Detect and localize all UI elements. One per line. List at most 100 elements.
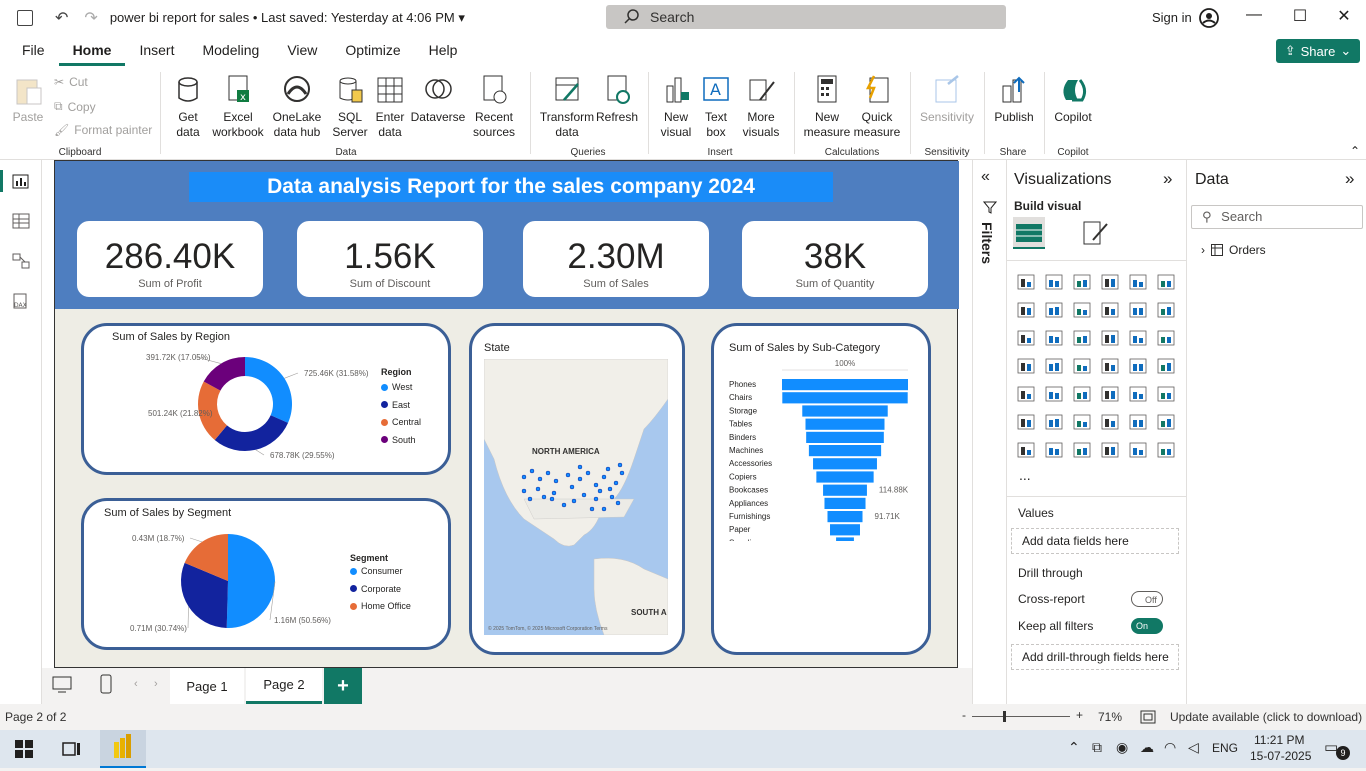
transform-data-button[interactable]: Transform data	[538, 74, 596, 140]
funnel-bar[interactable]	[827, 511, 862, 522]
clock-time[interactable]: 11:21 PM	[1254, 733, 1304, 747]
custom-visual-icon[interactable]	[1101, 441, 1119, 459]
funnel-bar[interactable]	[813, 458, 877, 469]
donut-slice-west[interactable]	[245, 357, 292, 423]
state-bubble[interactable]	[614, 481, 618, 485]
kpi-card-sales[interactable]: 2.30M Sum of Sales	[521, 219, 711, 299]
build-visual-tab[interactable]	[1013, 217, 1045, 249]
menu-view[interactable]: View	[273, 36, 331, 66]
task-view-icon[interactable]	[62, 740, 82, 758]
update-available-link[interactable]: Update available (click to download)	[1170, 710, 1362, 724]
more-visuals-ellipsis[interactable]: ...	[1019, 467, 1031, 483]
funnel-bar[interactable]	[809, 445, 881, 456]
state-bubble[interactable]	[550, 497, 554, 501]
wifi-icon[interactable]: ◠	[1164, 739, 1176, 756]
prev-page-icon[interactable]: ‹	[134, 678, 138, 690]
kpi-icon[interactable]	[1045, 385, 1063, 403]
state-bubble[interactable]	[582, 493, 586, 497]
copilot-button[interactable]: Copilot	[1050, 74, 1096, 125]
state-bubble[interactable]	[608, 487, 612, 491]
table-orders[interactable]: › Orders	[1201, 243, 1266, 257]
map-card[interactable]: State NORTH AMERICA SOUTH A © 2025 TomTo…	[469, 323, 685, 655]
funnel-bar[interactable]	[782, 392, 907, 403]
legend-item-corporate[interactable]: Corporate	[350, 584, 401, 594]
line-column-icon[interactable]	[1129, 301, 1147, 319]
kpi-card-quantity[interactable]: 38K Sum of Quantity	[740, 219, 930, 299]
funnel-icon[interactable]	[1073, 329, 1091, 347]
report-view-icon[interactable]	[11, 172, 31, 190]
search-box[interactable]: Search	[606, 5, 1006, 29]
dax-query-view-icon[interactable]: DAX	[11, 292, 31, 310]
slicer-icon[interactable]	[1073, 385, 1091, 403]
table-view-icon[interactable]	[11, 212, 31, 230]
volume-icon[interactable]: ◁	[1188, 739, 1199, 756]
menu-optimize[interactable]: Optimize	[331, 36, 414, 66]
menu-modeling[interactable]: Modeling	[188, 36, 273, 66]
document-title[interactable]: power bi report for sales • Last saved: …	[110, 10, 465, 26]
next-page-icon[interactable]: ›	[154, 678, 158, 690]
legend-item-west[interactable]: West	[381, 382, 412, 392]
data-search-input[interactable]: ⚲ Search	[1191, 205, 1363, 229]
state-bubble[interactable]	[552, 491, 556, 495]
format-painter-button[interactable]: 🖌Format painter	[54, 123, 152, 137]
add-page-button[interactable]: +	[324, 668, 362, 704]
legend-item-south[interactable]: South	[381, 435, 416, 445]
funnel-bar[interactable]	[802, 405, 887, 416]
state-bubble[interactable]	[538, 477, 542, 481]
recent-sources-button[interactable]: Recent sources	[466, 74, 522, 140]
tray-chevron-icon[interactable]: ⌃	[1068, 739, 1080, 756]
redo-icon[interactable]: ↷	[84, 8, 97, 28]
line-clustered-column-icon[interactable]	[1157, 301, 1175, 319]
funnel-bar[interactable]	[824, 498, 865, 509]
100-stacked-bar-icon[interactable]	[1129, 273, 1147, 291]
python-visual-icon[interactable]	[1017, 413, 1035, 431]
state-bubble[interactable]	[598, 489, 602, 493]
key-influencers-icon[interactable]	[1045, 413, 1063, 431]
card-icon[interactable]	[1157, 357, 1175, 375]
state-bubble[interactable]	[586, 471, 590, 475]
map-icon[interactable]	[1045, 357, 1063, 375]
zoom-out-button[interactable]: -	[962, 708, 966, 722]
funnel-bar[interactable]	[806, 432, 884, 443]
copy-button[interactable]: ⧉Copy	[54, 99, 96, 114]
chevron-icon[interactable]	[1157, 441, 1175, 459]
cut-button[interactable]: ✂Cut	[54, 75, 88, 89]
state-bubble[interactable]	[562, 503, 566, 507]
donut-icon[interactable]	[1157, 329, 1175, 347]
kpi-card-discount[interactable]: 1.56K Sum of Discount	[295, 219, 485, 299]
sign-in-link[interactable]: Sign in	[1152, 10, 1192, 25]
account-icon[interactable]	[1198, 7, 1220, 29]
zoom-in-button[interactable]: +	[1076, 708, 1083, 722]
state-bubble[interactable]	[602, 475, 606, 479]
state-bubble[interactable]	[522, 489, 526, 493]
segment-pie-card[interactable]: Sum of Sales by Segment 1.16M (50.56%)0.…	[81, 498, 451, 650]
table-icon[interactable]	[1101, 385, 1119, 403]
state-bubble[interactable]	[578, 465, 582, 469]
subcategory-funnel-card[interactable]: Sum of Sales by Sub-Category PhonesChair…	[711, 323, 931, 655]
drill-through-well[interactable]: Add drill-through fields here	[1011, 644, 1179, 670]
stacked-area-icon[interactable]	[1073, 301, 1091, 319]
multi-row-card-icon[interactable]	[1017, 385, 1035, 403]
page-tab-1[interactable]: Page 1	[170, 668, 244, 704]
funnel-bar[interactable]	[836, 537, 854, 548]
diamond-icon[interactable]	[1129, 441, 1147, 459]
collapse-filters-icon[interactable]: «	[981, 168, 990, 186]
fit-to-page-icon[interactable]	[1140, 710, 1156, 724]
enter-data-button[interactable]: Enter data	[370, 74, 410, 140]
zoom-slider[interactable]	[972, 716, 1070, 717]
mobile-layout-icon[interactable]	[100, 674, 112, 694]
filled-map-icon[interactable]	[1073, 357, 1091, 375]
sensitivity-button[interactable]: Sensitivity	[914, 74, 980, 125]
decomposition-tree-icon[interactable]	[1073, 413, 1091, 431]
menu-file[interactable]: File	[8, 36, 59, 66]
funnel-bar[interactable]	[823, 485, 867, 496]
region-donut-card[interactable]: Sum of Sales by Region 725.46K (31.58%)6…	[81, 323, 451, 475]
100-stacked-column-icon[interactable]	[1157, 273, 1175, 291]
line-icon[interactable]	[1017, 301, 1035, 319]
publish-button[interactable]: Publish	[990, 74, 1038, 125]
waterfall-icon[interactable]	[1045, 329, 1063, 347]
stacked-bar-icon[interactable]	[1017, 273, 1035, 291]
minimize-button[interactable]: —	[1242, 6, 1266, 30]
state-bubble[interactable]	[590, 507, 594, 511]
dataverse-button[interactable]: Dataverse	[410, 74, 466, 125]
